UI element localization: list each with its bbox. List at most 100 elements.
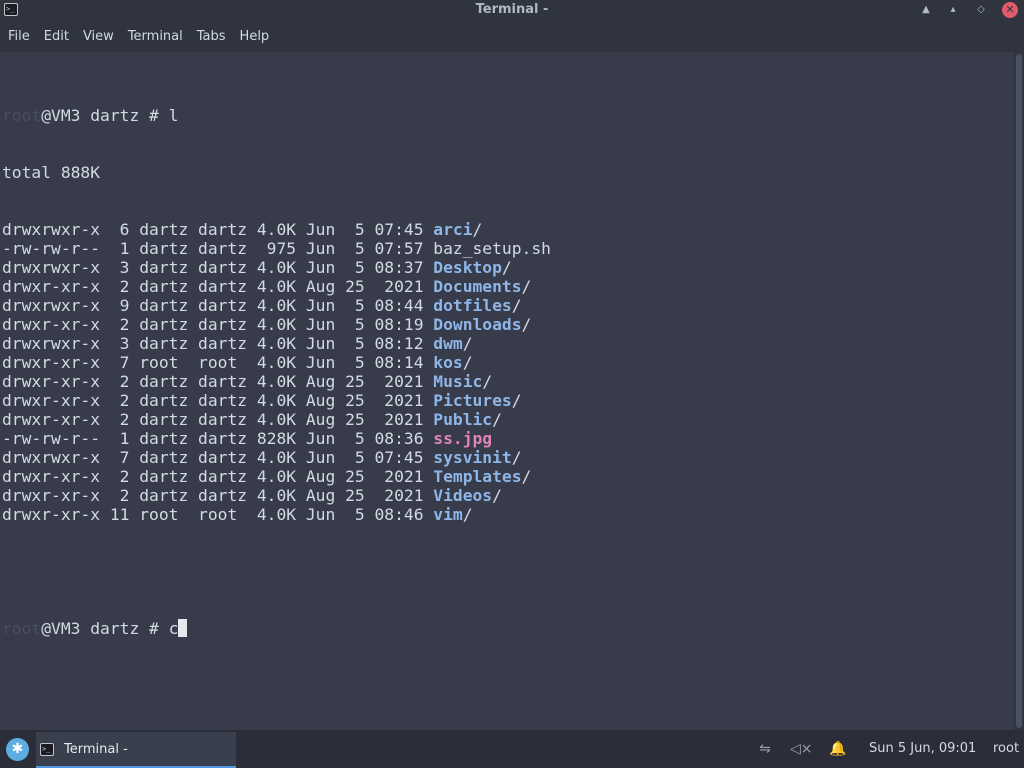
file-suffix: / <box>472 220 483 239</box>
listing-row: drwxrwxr-x 7 dartz dartz 4.0K Jun 5 07:4… <box>2 448 551 467</box>
file-meta: drwxrwxr-x 6 dartz dartz 4.0K Jun 5 07:4… <box>2 220 434 239</box>
notification-bell-icon[interactable]: 🔔 <box>829 740 847 758</box>
clock[interactable]: Sun 5 Jun, 09:01 <box>869 741 976 756</box>
command-text: l <box>168 106 179 125</box>
file-suffix: / <box>511 448 522 467</box>
file-name: Templates <box>433 467 522 486</box>
menu-file[interactable]: File <box>8 29 30 44</box>
file-suffix: / <box>521 277 532 296</box>
file-meta: drwxr-xr-x 11 root root 4.0K Jun 5 08:46 <box>2 505 434 524</box>
file-suffix: / <box>462 353 473 372</box>
file-name: arci <box>433 220 473 239</box>
terminal-output[interactable]: root@VM3 dartz # l total 888K drwxrwxr-x… <box>0 52 1014 730</box>
file-meta: drwxr-xr-x 2 dartz dartz 4.0K Aug 25 202… <box>2 277 434 296</box>
minimize-button[interactable]: ▴ <box>945 2 961 18</box>
file-suffix: / <box>462 505 473 524</box>
listing-row: drwxr-xr-x 2 dartz dartz 4.0K Aug 25 202… <box>2 410 551 429</box>
file-name: Music <box>433 372 483 391</box>
prompt-line: root@VM3 dartz # l <box>2 106 551 125</box>
file-meta: -rw-rw-r-- 1 dartz dartz 828K Jun 5 08:3… <box>2 429 434 448</box>
prompt-host: @VM3 dartz # <box>41 106 169 125</box>
file-meta: drwxr-xr-x 7 root root 4.0K Jun 5 08:14 <box>2 353 434 372</box>
listing-row: -rw-rw-r-- 1 dartz dartz 975 Jun 5 07:57… <box>2 239 551 258</box>
listing-row: drwxrwxr-x 9 dartz dartz 4.0K Jun 5 08:4… <box>2 296 551 315</box>
terminal-scrollbar[interactable] <box>1014 52 1024 730</box>
prompt-user: root <box>2 619 42 638</box>
file-meta: drwxrwxr-x 9 dartz dartz 4.0K Jun 5 08:4… <box>2 296 434 315</box>
file-name: ss.jpg <box>433 429 493 448</box>
file-listing: drwxrwxr-x 6 dartz dartz 4.0K Jun 5 07:4… <box>2 220 551 524</box>
window-titlebar[interactable]: >_ Terminal - ▲ ▴ ◇ ✕ <box>0 0 1024 20</box>
file-name: baz_setup.sh <box>433 239 551 258</box>
maximize-button[interactable]: ◇ <box>973 2 989 18</box>
file-name: vim <box>433 505 463 524</box>
file-meta: drwxr-xr-x 2 dartz dartz 4.0K Aug 25 202… <box>2 410 434 429</box>
close-button[interactable]: ✕ <box>1002 2 1018 18</box>
text-cursor <box>178 619 188 637</box>
file-suffix: / <box>521 315 532 334</box>
listing-row: drwxrwxr-x 6 dartz dartz 4.0K Jun 5 07:4… <box>2 220 551 239</box>
file-meta: drwxr-xr-x 2 dartz dartz 4.0K Aug 25 202… <box>2 467 434 486</box>
file-name: Downloads <box>433 315 522 334</box>
taskbar-terminal-button[interactable]: >_ Terminal - <box>36 732 236 768</box>
file-meta: drwxr-xr-x 2 dartz dartz 4.0K Aug 25 202… <box>2 391 434 410</box>
user-name[interactable]: root <box>993 741 1019 756</box>
scrollbar-thumb[interactable] <box>1016 54 1022 728</box>
window-title: Terminal - <box>475 2 549 17</box>
prompt-host: @VM3 dartz # <box>41 619 169 638</box>
menu-view[interactable]: View <box>83 29 114 44</box>
listing-row: drwxr-xr-x 2 dartz dartz 4.0K Aug 25 202… <box>2 372 551 391</box>
file-name: dotfiles <box>433 296 512 315</box>
network-disconnected-icon[interactable]: ⇋ <box>756 740 774 758</box>
file-meta: drwxr-xr-x 2 dartz dartz 4.0K Aug 25 202… <box>2 372 434 391</box>
file-name: sysvinit <box>433 448 512 467</box>
file-name: Documents <box>433 277 522 296</box>
listing-row: drwxrwxr-x 3 dartz dartz 4.0K Jun 5 08:1… <box>2 334 551 353</box>
file-meta: drwxrwxr-x 7 dartz dartz 4.0K Jun 5 07:4… <box>2 448 434 467</box>
file-name: Pictures <box>433 391 512 410</box>
listing-row: -rw-rw-r-- 1 dartz dartz 828K Jun 5 08:3… <box>2 429 551 448</box>
file-meta: drwxr-xr-x 2 dartz dartz 4.0K Jun 5 08:1… <box>2 315 434 334</box>
volume-muted-icon[interactable]: ◁× <box>790 740 813 758</box>
prompt-user: root <box>2 106 42 125</box>
file-name: dwm <box>433 334 463 353</box>
file-name: kos <box>433 353 463 372</box>
listing-row: drwxr-xr-x 2 dartz dartz 4.0K Jun 5 08:1… <box>2 315 551 334</box>
menu-bar: File Edit View Terminal Tabs Help <box>0 20 1024 52</box>
file-suffix: / <box>511 296 522 315</box>
file-meta: drwxr-xr-x 2 dartz dartz 4.0K Aug 25 202… <box>2 486 434 505</box>
file-meta: -rw-rw-r-- 1 dartz dartz 975 Jun 5 07:57 <box>2 239 434 258</box>
file-suffix: / <box>511 391 522 410</box>
terminal-icon: >_ <box>40 743 54 756</box>
shade-button[interactable]: ▲ <box>918 2 934 18</box>
file-suffix: / <box>492 486 502 505</box>
file-meta: drwxrwxr-x 3 dartz dartz 4.0K Jun 5 08:3… <box>2 258 434 277</box>
menu-edit[interactable]: Edit <box>44 29 69 44</box>
menu-tabs[interactable]: Tabs <box>197 29 226 44</box>
menu-terminal[interactable]: Terminal <box>128 29 183 44</box>
file-name: Videos <box>433 486 493 505</box>
file-suffix: / <box>482 372 493 391</box>
listing-row: drwxr-xr-x 2 dartz dartz 4.0K Aug 25 202… <box>2 486 551 505</box>
menu-help[interactable]: Help <box>240 29 270 44</box>
listing-row: drwxrwxr-x 3 dartz dartz 4.0K Jun 5 08:3… <box>2 258 551 277</box>
file-suffix: / <box>462 334 473 353</box>
prompt-line-current: root@VM3 dartz # c <box>2 619 551 638</box>
file-name: Desktop <box>433 258 502 277</box>
command-input[interactable]: c <box>169 619 179 638</box>
taskbar: ✱ >_ Terminal - ⇋ ◁× 🔔 Sun 5 Jun, 09:01 … <box>0 730 1024 768</box>
taskbar-task-label: Terminal - <box>64 742 128 757</box>
listing-row: drwxr-xr-x 2 dartz dartz 4.0K Aug 25 202… <box>2 277 551 296</box>
terminal-lines: root@VM3 dartz # l total 888K drwxrwxr-x… <box>2 68 551 676</box>
listing-row: drwxr-xr-x 2 dartz dartz 4.0K Aug 25 202… <box>2 467 551 486</box>
total-line: total 888K <box>2 163 101 182</box>
file-name: Public <box>433 410 493 429</box>
file-suffix: / <box>521 467 532 486</box>
app-menu-icon[interactable]: ✱ <box>6 738 29 761</box>
file-suffix: / <box>492 410 502 429</box>
file-meta: drwxrwxr-x 3 dartz dartz 4.0K Jun 5 08:1… <box>2 334 434 353</box>
listing-row: drwxr-xr-x 7 root root 4.0K Jun 5 08:14 … <box>2 353 551 372</box>
file-suffix: / <box>501 258 512 277</box>
listing-row: drwxr-xr-x 2 dartz dartz 4.0K Aug 25 202… <box>2 391 551 410</box>
